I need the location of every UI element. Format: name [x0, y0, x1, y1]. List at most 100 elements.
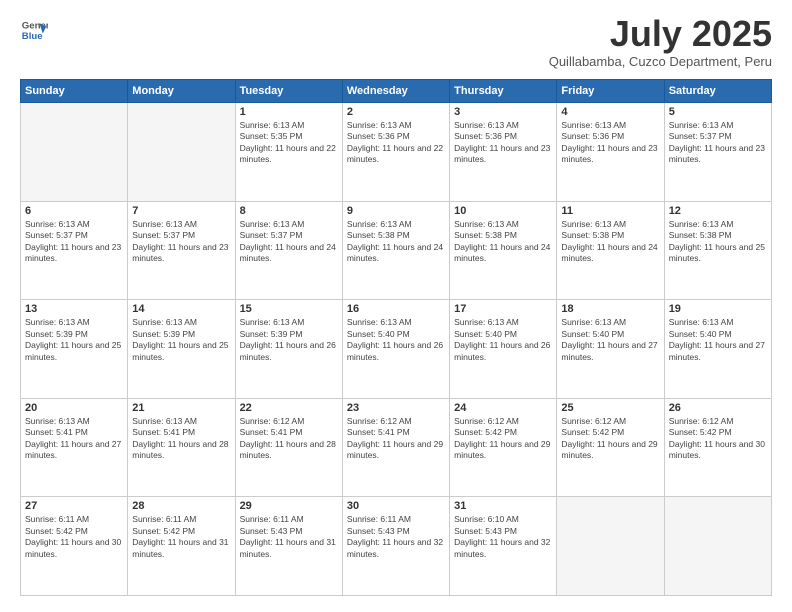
- day-info: Sunrise: 6:13 AMSunset: 5:38 PMDaylight:…: [561, 219, 659, 265]
- calendar-cell: 27Sunrise: 6:11 AMSunset: 5:42 PMDayligh…: [21, 497, 128, 596]
- calendar-cell: 5 Sunrise: 6:13 AMSunset: 5:37 PMDaylight…: [664, 103, 771, 202]
- day-number: 27: [25, 500, 123, 512]
- calendar-cell: 9 Sunrise: 6:13 AMSunset: 5:38 PMDaylight…: [342, 201, 449, 300]
- day-number: 19: [669, 303, 767, 315]
- calendar-cell: [21, 103, 128, 202]
- calendar-cell: 25 Sunrise: 6:12 AMSunset: 5:42 PMDayligh…: [557, 398, 664, 497]
- day-info: Sunrise: 6:12 AMSunset: 5:41 PMDaylight:…: [240, 416, 338, 462]
- day-number: 9: [347, 205, 445, 217]
- calendar-page: General Blue July 2025 Quillabamba, Cuzc…: [0, 0, 792, 612]
- calendar-cell: 18 Sunrise: 6:13 AMSunset: 5:40 PMDayligh…: [557, 300, 664, 399]
- weekday-header-friday: Friday: [557, 80, 664, 103]
- day-info: Sunrise: 6:13 AMSunset: 5:36 PMDaylight:…: [347, 120, 445, 166]
- week-row-5: 27 Sunrise: 6:11 AMSunset: 5:42 PMDayligh…: [21, 497, 772, 596]
- calendar-cell: 29Sunrise: 6:11 AMSunset: 5:43 PMDayligh…: [235, 497, 342, 596]
- day-info: Sunrise: 6:13 AMSunset: 5:37 PMDaylight:…: [25, 219, 123, 265]
- day-number: 17: [454, 303, 552, 315]
- day-number: 15: [240, 303, 338, 315]
- day-info: Sunrise: 6:13 AMSunset: 5:41 PMDaylight:…: [132, 416, 230, 462]
- calendar-cell: 13 Sunrise: 6:13 AMSunset: 5:39 PMDayligh…: [21, 300, 128, 399]
- weekday-header-wednesday: Wednesday: [342, 80, 449, 103]
- weekday-header-tuesday: Tuesday: [235, 80, 342, 103]
- calendar-cell: 3Sunrise: 6:13 AMSunset: 5:36 PMDaylight…: [450, 103, 557, 202]
- day-number: 28: [132, 500, 230, 512]
- logo: General Blue: [20, 16, 48, 44]
- calendar-cell: 6Sunrise: 6:13 AMSunset: 5:37 PMDaylight…: [21, 201, 128, 300]
- day-number: 23: [347, 402, 445, 414]
- calendar-cell: 21 Sunrise: 6:13 AMSunset: 5:41 PMDayligh…: [128, 398, 235, 497]
- day-info: Sunrise: 6:13 AMSunset: 5:37 PMDaylight:…: [669, 120, 767, 166]
- calendar-cell: 1 Sunrise: 6:13 AMSunset: 5:35 PMDaylight…: [235, 103, 342, 202]
- header: General Blue July 2025 Quillabamba, Cuzc…: [20, 16, 772, 69]
- day-info: Sunrise: 6:11 AMSunset: 5:42 PMDaylight:…: [132, 514, 230, 560]
- day-info: Sunrise: 6:13 AMSunset: 5:40 PMDaylight:…: [347, 317, 445, 363]
- day-number: 14: [132, 303, 230, 315]
- day-info: Sunrise: 6:13 AMSunset: 5:37 PMDaylight:…: [132, 219, 230, 265]
- day-info: Sunrise: 6:13 AMSunset: 5:38 PMDaylight:…: [454, 219, 552, 265]
- day-info: Sunrise: 6:12 AMSunset: 5:42 PMDaylight:…: [669, 416, 767, 462]
- weekday-header-thursday: Thursday: [450, 80, 557, 103]
- day-info: Sunrise: 6:13 AMSunset: 5:40 PMDaylight:…: [669, 317, 767, 363]
- location-title: Quillabamba, Cuzco Department, Peru: [549, 54, 772, 69]
- calendar-cell: 15 Sunrise: 6:13 AMSunset: 5:39 PMDayligh…: [235, 300, 342, 399]
- day-info: Sunrise: 6:13 AMSunset: 5:38 PMDaylight:…: [669, 219, 767, 265]
- calendar-cell: 23Sunrise: 6:12 AMSunset: 5:41 PMDayligh…: [342, 398, 449, 497]
- logo-icon: General Blue: [20, 16, 48, 44]
- week-row-4: 20 Sunrise: 6:13 AMSunset: 5:41 PMDayligh…: [21, 398, 772, 497]
- day-info: Sunrise: 6:13 AMSunset: 5:36 PMDaylight:…: [561, 120, 659, 166]
- month-title: July 2025: [549, 16, 772, 52]
- day-number: 1: [240, 106, 338, 118]
- calendar-cell: 10 Sunrise: 6:13 AMSunset: 5:38 PMDayligh…: [450, 201, 557, 300]
- day-info: Sunrise: 6:12 AMSunset: 5:42 PMDaylight:…: [561, 416, 659, 462]
- day-number: 20: [25, 402, 123, 414]
- day-info: Sunrise: 6:13 AMSunset: 5:39 PMDaylight:…: [132, 317, 230, 363]
- day-number: 30: [347, 500, 445, 512]
- calendar-cell: 17 Sunrise: 6:13 AMSunset: 5:40 PMDayligh…: [450, 300, 557, 399]
- day-number: 12: [669, 205, 767, 217]
- calendar-cell: 31 Sunrise: 6:10 AMSunset: 5:43 PMDayligh…: [450, 497, 557, 596]
- day-number: 25: [561, 402, 659, 414]
- day-number: 24: [454, 402, 552, 414]
- calendar-cell: 20 Sunrise: 6:13 AMSunset: 5:41 PMDayligh…: [21, 398, 128, 497]
- day-number: 22: [240, 402, 338, 414]
- day-info: Sunrise: 6:13 AMSunset: 5:37 PMDaylight:…: [240, 219, 338, 265]
- day-info: Sunrise: 6:13 AMSunset: 5:39 PMDaylight:…: [240, 317, 338, 363]
- day-number: 31: [454, 500, 552, 512]
- calendar-cell: 8Sunrise: 6:13 AMSunset: 5:37 PMDaylight…: [235, 201, 342, 300]
- day-info: Sunrise: 6:13 AMSunset: 5:41 PMDaylight:…: [25, 416, 123, 462]
- day-info: Sunrise: 6:10 AMSunset: 5:43 PMDaylight:…: [454, 514, 552, 560]
- calendar-cell: 24Sunrise: 6:12 AMSunset: 5:42 PMDayligh…: [450, 398, 557, 497]
- calendar-cell: [664, 497, 771, 596]
- day-info: Sunrise: 6:13 AMSunset: 5:39 PMDaylight:…: [25, 317, 123, 363]
- day-info: Sunrise: 6:13 AMSunset: 5:38 PMDaylight:…: [347, 219, 445, 265]
- title-area: July 2025 Quillabamba, Cuzco Department,…: [549, 16, 772, 69]
- week-row-1: 1 Sunrise: 6:13 AMSunset: 5:35 PMDaylight…: [21, 103, 772, 202]
- calendar-cell: 14 Sunrise: 6:13 AMSunset: 5:39 PMDayligh…: [128, 300, 235, 399]
- calendar-cell: 7Sunrise: 6:13 AMSunset: 5:37 PMDaylight…: [128, 201, 235, 300]
- day-number: 18: [561, 303, 659, 315]
- calendar-cell: 19 Sunrise: 6:13 AMSunset: 5:40 PMDayligh…: [664, 300, 771, 399]
- day-info: Sunrise: 6:13 AMSunset: 5:40 PMDaylight:…: [454, 317, 552, 363]
- calendar-cell: 12 Sunrise: 6:13 AMSunset: 5:38 PMDayligh…: [664, 201, 771, 300]
- day-number: 29: [240, 500, 338, 512]
- svg-text:Blue: Blue: [22, 31, 43, 42]
- day-number: 10: [454, 205, 552, 217]
- calendar-cell: 26Sunrise: 6:12 AMSunset: 5:42 PMDayligh…: [664, 398, 771, 497]
- day-info: Sunrise: 6:13 AMSunset: 5:35 PMDaylight:…: [240, 120, 338, 166]
- calendar-cell: 2Sunrise: 6:13 AMSunset: 5:36 PMDaylight…: [342, 103, 449, 202]
- calendar-cell: 28 Sunrise: 6:11 AMSunset: 5:42 PMDayligh…: [128, 497, 235, 596]
- day-number: 4: [561, 106, 659, 118]
- day-number: 5: [669, 106, 767, 118]
- day-number: 11: [561, 205, 659, 217]
- weekday-header-monday: Monday: [128, 80, 235, 103]
- week-row-3: 13 Sunrise: 6:13 AMSunset: 5:39 PMDayligh…: [21, 300, 772, 399]
- calendar-cell: 4 Sunrise: 6:13 AMSunset: 5:36 PMDaylight…: [557, 103, 664, 202]
- day-info: Sunrise: 6:13 AMSunset: 5:40 PMDaylight:…: [561, 317, 659, 363]
- day-number: 3: [454, 106, 552, 118]
- weekday-header-row: SundayMondayTuesdayWednesdayThursdayFrid…: [21, 80, 772, 103]
- calendar-cell: 30Sunrise: 6:11 AMSunset: 5:43 PMDayligh…: [342, 497, 449, 596]
- week-row-2: 6Sunrise: 6:13 AMSunset: 5:37 PMDaylight…: [21, 201, 772, 300]
- day-number: 21: [132, 402, 230, 414]
- day-number: 13: [25, 303, 123, 315]
- weekday-header-saturday: Saturday: [664, 80, 771, 103]
